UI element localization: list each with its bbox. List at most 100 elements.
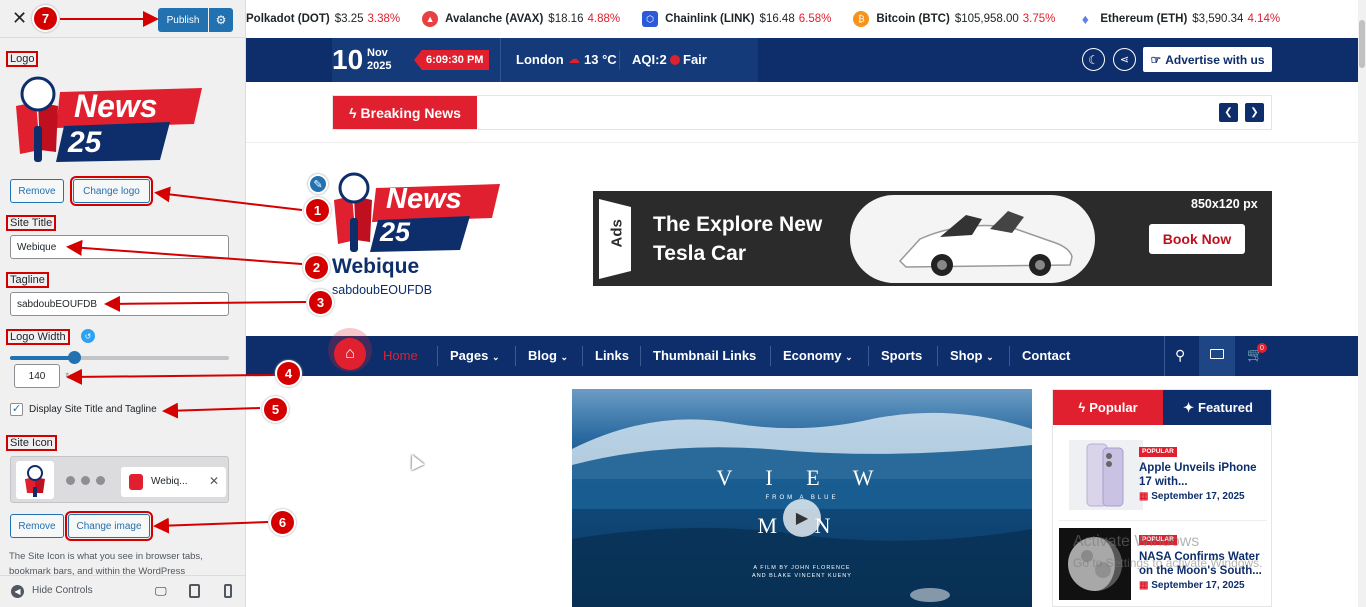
iphone-thumbnail[interactable] bbox=[1069, 440, 1143, 510]
annotation-badge: 3 bbox=[307, 289, 334, 316]
cloud-icon: ☁ bbox=[568, 52, 580, 66]
advertise-button[interactable]: ☞ Advertise with us bbox=[1143, 47, 1272, 72]
time-badge: 6:09:30 PM bbox=[414, 50, 490, 70]
breaking-news-bar: ϟ Breaking News ❮ ❯ bbox=[332, 95, 1272, 130]
home-icon[interactable]: ⌂ bbox=[334, 338, 366, 370]
remove-logo-button[interactable]: Remove bbox=[10, 179, 64, 203]
tab-popular[interactable]: ϟ Popular bbox=[1053, 390, 1163, 425]
site-title-label: Site Title bbox=[6, 215, 57, 231]
search-icon[interactable]: ⚲ bbox=[1175, 347, 1185, 364]
logo-brand-text: News bbox=[386, 183, 462, 215]
nav-pages-label: Pages bbox=[450, 348, 489, 363]
moon-icon[interactable]: ☾ bbox=[1082, 48, 1105, 71]
tab-featured-label: Featured bbox=[1198, 400, 1253, 415]
play-icon[interactable]: ▶ bbox=[783, 499, 821, 537]
logo-width-slider[interactable] bbox=[10, 351, 229, 364]
ticker-change: 3.38% bbox=[367, 13, 401, 25]
slider-handle[interactable] bbox=[67, 351, 81, 364]
gear-icon[interactable]: ⚙ bbox=[209, 8, 233, 32]
ad-size: 850x120 px bbox=[1191, 197, 1258, 211]
logo-number-text: 25 bbox=[380, 217, 411, 247]
ticker-item[interactable]: ₿ Bitcoin (BTC) $105,958.00 3.75% bbox=[853, 11, 1055, 27]
change-image-button[interactable]: Change image bbox=[65, 511, 153, 541]
publish-button[interactable]: Publish bbox=[158, 8, 208, 32]
nav-thumbnail-links[interactable]: Thumbnail Links bbox=[653, 348, 756, 363]
breaking-news-label: ϟ Breaking News bbox=[333, 96, 477, 129]
hide-controls-label[interactable]: Hide Controls bbox=[32, 585, 93, 596]
site-title[interactable]: Webique bbox=[332, 255, 419, 279]
browser-dots bbox=[66, 476, 112, 485]
hero-title-top: V I E W bbox=[716, 465, 888, 490]
chevron-right-icon[interactable]: ❯ bbox=[1245, 103, 1264, 122]
scrollbar[interactable] bbox=[1358, 0, 1366, 607]
refresh-icon[interactable]: ↻ bbox=[65, 371, 73, 382]
nav-links[interactable]: Links bbox=[595, 348, 629, 363]
nav-sports[interactable]: Sports bbox=[881, 348, 922, 363]
date-day: 10 bbox=[332, 44, 364, 75]
ticker-price: $3,590.34 bbox=[1192, 13, 1244, 25]
article-title[interactable]: Apple Unveils iPhone 17 with... bbox=[1139, 461, 1267, 489]
annotation-badge: 4 bbox=[275, 360, 302, 387]
mobile-preview-icon[interactable] bbox=[224, 584, 232, 598]
ticker-item[interactable]: ▲ Avalanche (AVAX) $18.16 4.88% bbox=[422, 11, 620, 27]
tagline-label: Tagline bbox=[6, 272, 49, 288]
favicon-icon bbox=[129, 474, 143, 490]
ticker-item[interactable]: ♦ Ethereum (ETH) $3,590.34 4.14% bbox=[1077, 11, 1280, 27]
ticker-name: Bitcoin (BTC) bbox=[876, 13, 950, 25]
bolt-icon: ϟ bbox=[349, 104, 357, 121]
book-now-button[interactable]: Book Now bbox=[1149, 224, 1245, 254]
edit-pencil-icon[interactable]: ✎ bbox=[308, 174, 328, 194]
fire-icon: ✦ bbox=[1183, 399, 1194, 415]
ticker-price: $18.16 bbox=[548, 13, 584, 25]
chevron-down-icon: ⌄ bbox=[986, 352, 994, 362]
customizer-footer: ◀ Hide Controls 🖵 bbox=[0, 575, 245, 607]
nav-home[interactable]: Home bbox=[383, 348, 418, 363]
popular-widget: ϟ Popular ✦ Featured POPULAR Apple Unveils… bbox=[1052, 389, 1272, 607]
desktop-preview-icon[interactable]: 🖵 bbox=[155, 584, 167, 599]
hero-video-thumbnail[interactable]: V I E W FROM A BLUE M N ▶ A FILM BY JOHN… bbox=[572, 389, 1032, 607]
chevron-left-icon[interactable]: ❮ bbox=[1219, 103, 1238, 122]
share-icon[interactable]: ⋖ bbox=[1113, 48, 1136, 71]
nav-blog[interactable]: Blog ⌄ bbox=[528, 348, 568, 363]
tablet-preview-icon[interactable] bbox=[189, 584, 200, 598]
nav-separator bbox=[515, 346, 516, 366]
tab-title: Webiq... bbox=[151, 476, 188, 487]
ad-car-image bbox=[850, 195, 1095, 283]
nav-pages[interactable]: Pages ⌄ bbox=[450, 348, 499, 363]
calendar-icon: ▦ bbox=[1139, 491, 1149, 502]
site-title-input[interactable]: Webique bbox=[10, 235, 229, 259]
collapse-icon[interactable]: ◀ bbox=[11, 585, 24, 598]
nav-separator bbox=[640, 346, 641, 366]
ticker-item[interactable]: ⬡ Chainlink (LINK) $16.48 6.58% bbox=[642, 11, 831, 27]
site-icon-image bbox=[16, 461, 54, 499]
ad-banner[interactable]: Ads The Explore New Tesla Car 850x120 px… bbox=[593, 191, 1272, 286]
crypto-ticker: Polkadot (DOT) $3.25 3.38% ▲ Avalanche (… bbox=[246, 0, 1366, 38]
divider bbox=[246, 142, 1358, 143]
annotation-badge: 5 bbox=[262, 396, 289, 423]
ad-line1: The Explore New bbox=[653, 213, 823, 236]
logo-width-input[interactable]: 140 bbox=[14, 364, 60, 388]
ticker-name: Chainlink (LINK) bbox=[665, 13, 755, 25]
change-logo-button[interactable]: Change logo bbox=[70, 176, 153, 206]
remove-icon-button[interactable]: Remove bbox=[10, 514, 64, 538]
tab-featured[interactable]: ✦ Featured bbox=[1163, 390, 1271, 425]
site-logo[interactable]: News 25 LIVE bbox=[330, 170, 502, 256]
date-month: Nov bbox=[367, 47, 388, 59]
nav-shop[interactable]: Shop ⌄ bbox=[950, 348, 994, 363]
tesla-car-image bbox=[898, 211, 1073, 276]
close-icon[interactable]: ✕ bbox=[12, 9, 27, 27]
site-icon-help-text: The Site Icon is what you see in browser… bbox=[9, 551, 203, 575]
nav-economy[interactable]: Economy ⌄ bbox=[783, 348, 853, 363]
ethereum-icon: ♦ bbox=[1077, 11, 1094, 27]
display-title-checkbox[interactable]: ✓ bbox=[10, 403, 23, 416]
reset-icon[interactable]: ↺ bbox=[81, 329, 95, 343]
divider bbox=[619, 50, 620, 70]
main-navigation: ⌂ Home Pages ⌄ Blog ⌄ Links Thumbnail Li… bbox=[246, 328, 1358, 376]
nav-separator bbox=[437, 346, 438, 366]
tagline-input[interactable]: sabdoubEOUFDB bbox=[10, 292, 229, 316]
aqi-value: AQI:2 bbox=[632, 52, 667, 67]
ticker-item[interactable]: Polkadot (DOT) $3.25 3.38% bbox=[246, 13, 400, 25]
scrollbar-thumb[interactable] bbox=[1359, 20, 1365, 68]
nav-contact[interactable]: Contact bbox=[1022, 348, 1070, 363]
nav-separator bbox=[582, 346, 583, 366]
